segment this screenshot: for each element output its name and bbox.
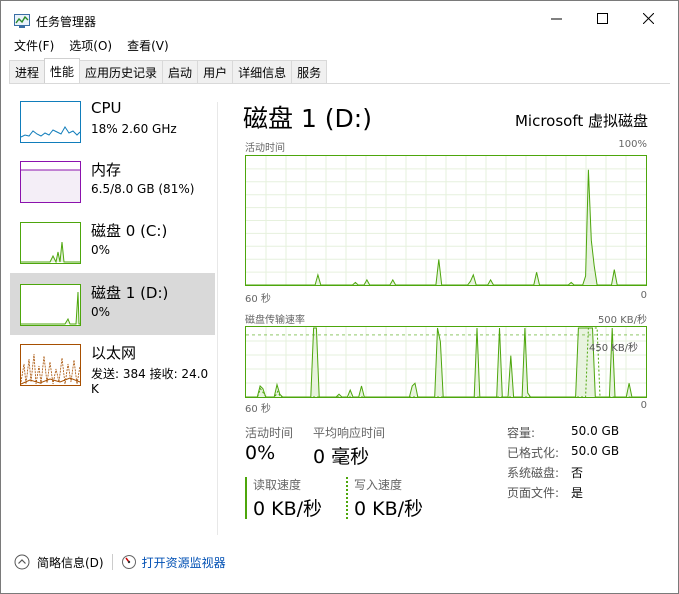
prop-value: 50.0 GB	[571, 444, 620, 458]
tab-processes[interactable]: 进程	[9, 60, 46, 83]
tab-services[interactable]: 服务	[291, 60, 328, 83]
menu-view[interactable]: 查看(V)	[127, 37, 169, 53]
disk-properties: 容量: 50.0 GB 已格式化: 50.0 GB 系统磁盘: 否 页面文件: 是	[507, 424, 619, 504]
open-resource-monitor-label: 打开资源监视器	[141, 555, 226, 570]
maximize-button[interactable]	[579, 0, 625, 36]
fewer-details-label: 简略信息(D)	[37, 555, 104, 570]
prop-value: 50.0 GB	[571, 424, 620, 438]
graph2-axis-right: 0	[640, 400, 647, 411]
close-button[interactable]	[625, 0, 671, 36]
open-resource-monitor-link[interactable]: 打开资源监视器	[121, 554, 226, 571]
active-time-graph-svg	[246, 156, 646, 285]
prop-key: 系统磁盘:	[507, 466, 560, 480]
read-speed-label: 读取速度	[253, 478, 302, 492]
active-time-graph	[245, 155, 647, 286]
transfer-rate-graph-svg	[246, 327, 646, 397]
minimize-button[interactable]	[533, 0, 579, 36]
tab-bar: 进程 性能 应用历史记录 启动 用户 详细信息 服务	[9, 58, 328, 84]
title-bar: 任务管理器	[14, 12, 96, 30]
tab-performance[interactable]: 性能	[44, 58, 81, 83]
prop-capacity: 容量: 50.0 GB	[507, 424, 619, 444]
tab-users[interactable]: 用户	[197, 60, 234, 83]
fewer-details-button[interactable]: 简略信息(D)	[14, 554, 104, 571]
pane-divider	[217, 102, 218, 535]
graph2-annotation: 450 KB/秒	[589, 343, 639, 354]
active-time-value: 0%	[245, 442, 276, 464]
sidebar-item-title: 以太网	[91, 344, 137, 362]
minimize-icon	[550, 18, 562, 19]
prop-system-disk: 系统磁盘: 否	[507, 464, 619, 484]
prop-key: 页面文件:	[507, 486, 560, 500]
graph2-max-label: 500 KB/秒	[597, 315, 647, 326]
prop-page-file: 页面文件: 是	[507, 484, 619, 504]
sidebar-item-title: CPU	[91, 99, 122, 117]
sidebar: CPU 18% 2.60 GHz 内存 6.5/8.0 GB (81%) 磁盘 …	[10, 90, 217, 540]
resource-monitor-icon	[121, 555, 136, 569]
prop-value: 是	[571, 486, 584, 500]
write-speed-label: 写入速度	[354, 478, 403, 492]
prop-key: 容量:	[507, 426, 536, 440]
response-time-value: 0 毫秒	[313, 446, 370, 468]
menu-file[interactable]: 文件(F)	[14, 37, 54, 53]
tab-divider	[9, 83, 670, 84]
chevron-up-icon	[14, 554, 30, 570]
disk0-thumbnail	[20, 222, 81, 264]
ethernet-thumbnail	[20, 344, 81, 386]
sidebar-item-memory[interactable]: 内存 6.5/8.0 GB (81%)	[10, 150, 215, 212]
read-speed-value: 0 KB/秒	[253, 498, 323, 520]
sidebar-item-subtitle: 0%	[91, 243, 111, 257]
cpu-thumbnail	[20, 101, 81, 143]
page-title: 磁盘 1 (D:)	[243, 104, 372, 133]
graph2-label: 磁盘传输速率	[245, 315, 305, 326]
sidebar-item-subtitle: 18% 2.60 GHz	[91, 122, 177, 136]
prop-value: 否	[571, 466, 584, 480]
sidebar-item-cpu[interactable]: CPU 18% 2.60 GHz	[10, 90, 215, 152]
active-time-label: 活动时间	[245, 426, 294, 440]
transfer-rate-graph	[245, 326, 647, 398]
tab-app-history[interactable]: 应用历史记录	[79, 60, 164, 83]
footer-divider	[111, 554, 113, 570]
response-time-label: 平均响应时间	[313, 426, 386, 440]
tab-startup[interactable]: 启动	[162, 60, 199, 83]
close-icon	[642, 12, 654, 24]
disk1-thumbnail	[20, 284, 81, 326]
sidebar-item-disk-0[interactable]: 磁盘 0 (C:) 0%	[10, 211, 215, 273]
read-speed-marker	[245, 477, 247, 519]
sidebar-item-title: 磁盘 1 (D:)	[91, 284, 169, 302]
sidebar-item-title: 磁盘 0 (C:)	[91, 222, 168, 240]
disk-model: Microsoft 虚拟磁盘	[514, 112, 648, 130]
graph1-axis-right: 0	[640, 290, 647, 301]
task-manager-icon	[14, 14, 30, 28]
menu-options[interactable]: 选项(O)	[69, 37, 112, 53]
prop-formatted: 已格式化: 50.0 GB	[507, 444, 619, 464]
maximize-icon	[596, 12, 608, 24]
sidebar-item-subtitle: 6.5/8.0 GB (81%)	[91, 182, 195, 196]
sidebar-item-title: 内存	[91, 161, 122, 179]
prop-key: 已格式化:	[507, 446, 560, 460]
footer: 简略信息(D) 打开资源监视器	[14, 552, 226, 572]
memory-thumbnail	[20, 161, 81, 203]
graph1-axis-left: 60 秒	[245, 294, 271, 305]
sidebar-item-subtitle: 0%	[91, 305, 111, 319]
tab-details[interactable]: 详细信息	[232, 60, 293, 83]
graph1-max-label: 100%	[618, 139, 647, 150]
write-speed-marker	[346, 477, 348, 519]
window-title: 任务管理器	[36, 14, 97, 29]
sidebar-item-subtitle: 发送: 384 接收: 24.0 K	[91, 367, 209, 396]
sidebar-item-disk-1[interactable]: 磁盘 1 (D:) 0%	[10, 273, 215, 335]
graph1-label: 活动时间	[245, 143, 285, 154]
sidebar-item-ethernet[interactable]: 以太网 发送: 384 接收: 24.0 K	[10, 333, 215, 396]
menu-bar: 文件(F) 选项(O) 查看(V)	[14, 37, 184, 53]
graph2-axis-left: 60 秒	[245, 404, 271, 415]
write-speed-value: 0 KB/秒	[354, 498, 424, 520]
